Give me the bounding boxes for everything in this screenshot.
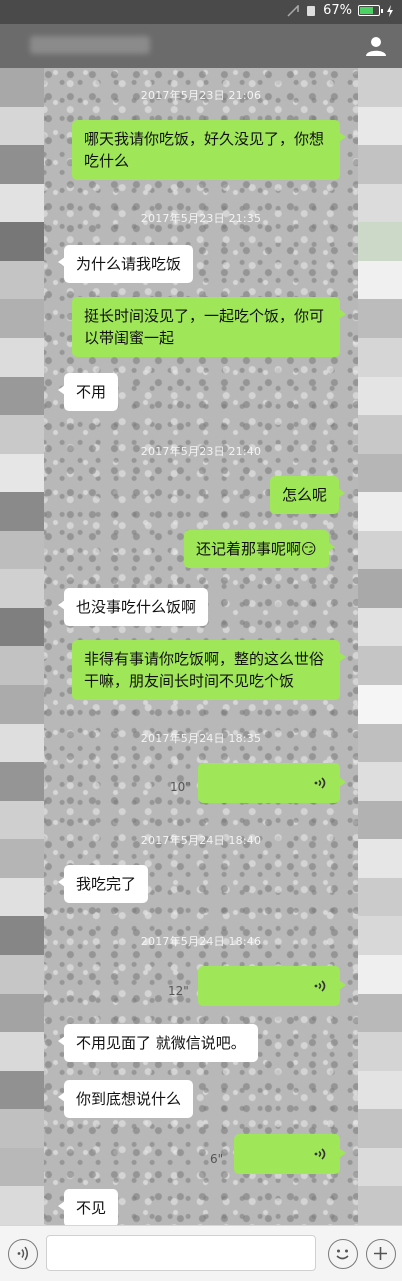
voice-duration: 10" [170,780,191,794]
message-bubble-sent[interactable]: 挺长时间没见了，一起吃个饭，你可以带闺蜜一起 [72,297,346,357]
voice-duration: 6" [210,1152,224,1166]
more-plus-icon [374,1247,387,1260]
chat-header [0,24,402,68]
voice-wave-icon [314,777,326,789]
contact-name-blurred [30,36,150,54]
message-timestamp: 2017年5月23日 21:40 [140,445,262,458]
emoji-button[interactable] [328,1239,358,1269]
voice-wave-icon [314,1148,326,1160]
message-bubble-sent[interactable]: 非得有事请你吃饭啊，整的这么世俗干嘛，朋友间长时间不见吃个饭 [72,640,346,700]
person-icon[interactable] [364,34,388,58]
message-bubble-received[interactable]: 不用 [57,373,119,411]
avatar-column-left-pixelated [0,68,44,1225]
message-timestamp: 2017年5月24日 18:40 [140,834,262,847]
message-timestamp: 2017年5月23日 21:06 [140,89,262,102]
message-input-bar [0,1225,402,1281]
message-timestamp: 2017年5月24日 18:46 [140,935,262,948]
charging-bolt-icon [387,4,393,17]
voice-message-sent[interactable] [234,1134,346,1174]
battery-icon [358,5,383,16]
battery-percentage: 67% [323,3,352,18]
message-timestamp: 2017年5月23日 21:35 [140,212,262,225]
message-bubble-received[interactable]: 也没事吃什么饭啊 [57,588,209,626]
message-timestamp: 2017年5月24日 18:35 [140,732,262,745]
message-bubble-received[interactable]: 我吃完了 [57,865,149,903]
emoji-icon [336,1249,349,1260]
avatar-column-right-pixelated [358,68,402,1225]
more-plus-button[interactable] [366,1239,396,1269]
voice-toggle-button[interactable] [8,1239,38,1269]
message-bubble-received[interactable]: 为什么请我吃饭 [57,245,194,283]
voice-message-sent[interactable] [198,966,346,1006]
message-bubble-received[interactable]: 你到底想说什么 [57,1080,194,1118]
message-bubble-received[interactable]: 不用见面了 就微信说吧。 [58,1024,258,1062]
status-bar: 67% [0,0,402,24]
message-bubble-sent[interactable]: 还记着那事呢啊😏 [184,530,335,568]
voice-wave-icon [314,980,326,992]
message-bubble-received[interactable]: 不见 [57,1189,119,1225]
message-bubble-sent[interactable]: 怎么呢 [270,476,346,514]
message-bubble-sent[interactable]: 哪天我请你吃饭，好久没见了，你想吃什么 [72,120,346,180]
message-text-input[interactable] [46,1235,316,1271]
sim-icon [307,5,316,16]
voice-duration: 12" [168,984,189,998]
signal-arrow-icon [287,4,299,17]
voice-message-sent[interactable] [198,763,346,803]
status-icons: 67% [287,3,394,18]
chat-area[interactable]: 2017年5月23日 21:06 哪天我请你吃饭，好久没见了，你想吃什么 201… [0,68,402,1225]
voice-toggle-icon [17,1246,28,1261]
